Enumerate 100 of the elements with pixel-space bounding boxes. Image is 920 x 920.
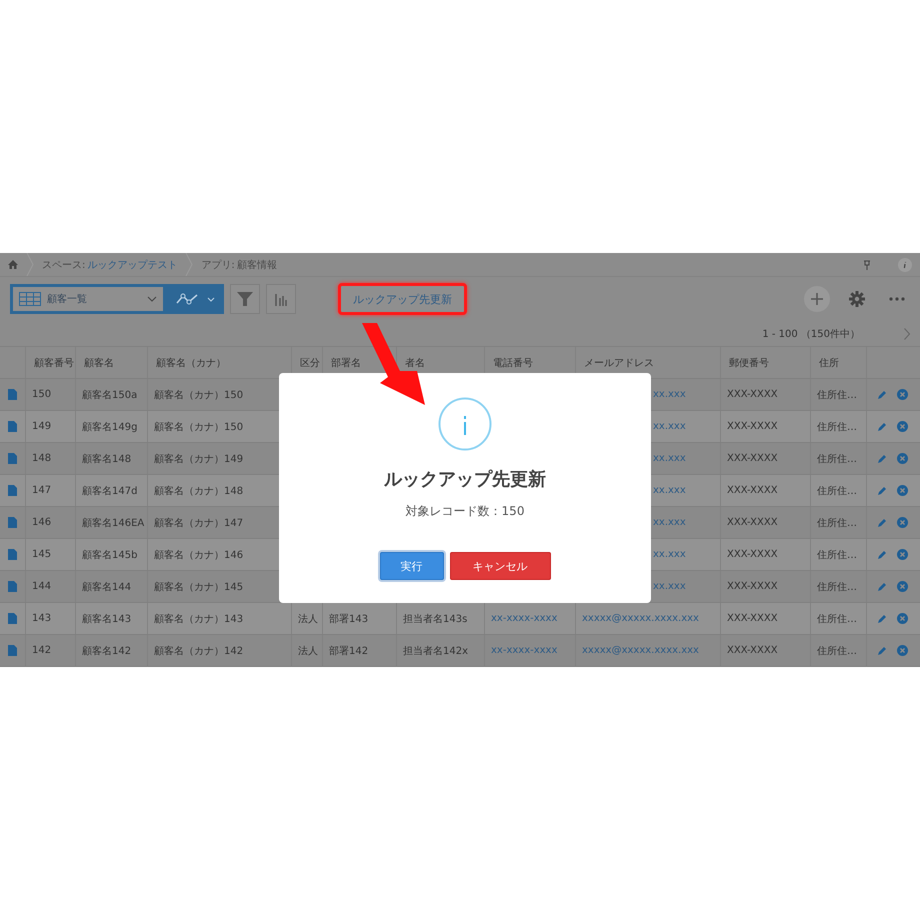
document-icon[interactable] (8, 485, 17, 496)
document-icon[interactable] (8, 517, 17, 528)
edit-icon[interactable] (877, 646, 887, 656)
caret-icon (147, 296, 157, 302)
column-header: 者名 (405, 356, 425, 370)
caret-icon (207, 296, 215, 302)
delete-icon[interactable] (897, 517, 908, 528)
edit-icon[interactable] (877, 486, 887, 496)
delete-icon[interactable] (897, 485, 908, 496)
confirm-button[interactable]: 実行 (380, 552, 444, 580)
delete-icon[interactable] (897, 421, 908, 432)
table-cell-text: 住所住… (817, 388, 857, 402)
filter-icon (237, 291, 253, 308)
table-cell: 143 (32, 613, 52, 624)
breadcrumb-text: 顧客情報 (236, 258, 277, 272)
breadcrumb-link[interactable]: ルックアップテスト (87, 258, 178, 272)
next-page-icon[interactable] (904, 328, 910, 340)
delete-icon[interactable] (897, 389, 908, 400)
column-header: 顧客名（カナ） (156, 356, 226, 370)
table-cell: 145 (32, 549, 52, 560)
email-link[interactable]: xxxxx@xxxxx.xxxx.xxx (582, 645, 699, 656)
table-cell-text: 部署142 (329, 644, 368, 658)
delete-icon[interactable] (897, 613, 908, 624)
info-icon (438, 397, 492, 451)
column-header: 郵便番号 (729, 356, 769, 370)
add-button[interactable] (804, 286, 830, 312)
table-icon (19, 292, 41, 306)
breadcrumb-label: アプリ: (201, 258, 235, 272)
table-cell-text: 顧客名150a (82, 388, 138, 402)
email-link[interactable]: xx.xxx (653, 453, 686, 464)
table-cell: 148 (32, 453, 52, 464)
table-cell: 142 (32, 645, 52, 656)
delete-icon[interactable] (897, 645, 908, 656)
table-cell-text: 顧客名（カナ）146 (154, 548, 244, 562)
document-icon[interactable] (8, 453, 17, 464)
table-cell: 149 (32, 421, 52, 432)
table-cell: XXX-XXXX (727, 421, 778, 432)
document-icon[interactable] (8, 613, 17, 624)
table-cell-text: 顧客名145b (82, 548, 138, 562)
email-link[interactable]: xx.xxx (653, 389, 686, 400)
table-cell-text: 顧客名（カナ）142 (154, 644, 244, 658)
document-icon[interactable] (8, 421, 17, 432)
table-cell-text: 顧客名（カナ）143 (154, 612, 244, 626)
table-cell: 144 (32, 581, 52, 592)
table-cell: XXX-XXXX (727, 485, 778, 496)
table-cell: XXX-XXXX (727, 645, 778, 656)
gear-icon (849, 291, 865, 308)
table-cell: XXX-XXXX (727, 389, 778, 400)
document-icon[interactable] (8, 581, 17, 592)
plus-icon (811, 293, 823, 306)
table-cell: XXX-XXXX (727, 453, 778, 464)
table-cell-text: 住所住… (817, 420, 857, 434)
home-icon[interactable] (8, 260, 18, 269)
breadcrumb-separator-icon (185, 253, 194, 276)
delete-icon[interactable] (897, 453, 908, 464)
edit-icon[interactable] (877, 614, 887, 624)
email-link[interactable]: xx.xxx (653, 581, 686, 592)
table-cell-text: 顧客名142 (82, 644, 132, 658)
phone-link[interactable]: xx-xxxx-xxxx (491, 613, 558, 624)
edit-icon[interactable] (877, 422, 887, 432)
email-link[interactable]: xx.xxx (653, 549, 686, 560)
info-icon[interactable] (898, 258, 912, 272)
table-cell-text: 住所住… (817, 612, 857, 626)
table-cell: 146 (32, 517, 52, 528)
table-cell-text: 顧客名（カナ）147 (154, 516, 244, 530)
email-link[interactable]: xxxxx@xxxxx.xxxx.xxx (582, 613, 699, 624)
table-cell: XXX-XXXX (727, 581, 778, 592)
cancel-button[interactable]: キャンセル (450, 552, 550, 580)
delete-icon[interactable] (897, 549, 908, 560)
column-header: 区分 (300, 356, 320, 370)
graph-button[interactable] (166, 284, 224, 314)
edit-icon[interactable] (877, 518, 887, 528)
email-link[interactable]: xx.xxx (653, 485, 686, 496)
table-cell-text: 担当者名142x (403, 644, 468, 658)
chart-button[interactable] (266, 284, 296, 314)
email-link[interactable]: xx.xxx (653, 421, 686, 432)
edit-icon[interactable] (877, 582, 887, 592)
email-link[interactable]: xx.xxx (653, 517, 686, 528)
document-icon[interactable] (8, 549, 17, 560)
table-cell-text: 住所住… (817, 484, 857, 498)
table-cell-text: 顧客名（カナ）149 (154, 452, 244, 466)
dialog-message: 対象レコード数：150 (406, 503, 524, 520)
edit-icon[interactable] (877, 550, 887, 560)
table-cell-text: 法人 (298, 644, 318, 658)
table-cell-text: 顧客名143 (82, 612, 132, 626)
delete-icon[interactable] (897, 581, 908, 592)
edit-icon[interactable] (877, 390, 887, 400)
view-select[interactable]: 顧客一覧 (10, 284, 166, 314)
document-icon[interactable] (8, 645, 17, 656)
pin-icon[interactable] (864, 260, 870, 270)
document-icon[interactable] (8, 389, 17, 400)
column-header: 部署名 (331, 356, 361, 370)
table-cell-text: 住所住… (817, 548, 857, 562)
phone-link[interactable]: xx-xxxx-xxxx (491, 645, 558, 656)
edit-icon[interactable] (877, 454, 887, 464)
table-cell-text: 顧客名（カナ）150 (154, 420, 244, 434)
breadcrumb-label: スペース: (42, 258, 86, 272)
table-cell: XXX-XXXX (727, 517, 778, 528)
lookup-update-button[interactable]: ルックアップ先更新 (338, 283, 467, 316)
filter-button[interactable] (230, 284, 260, 314)
